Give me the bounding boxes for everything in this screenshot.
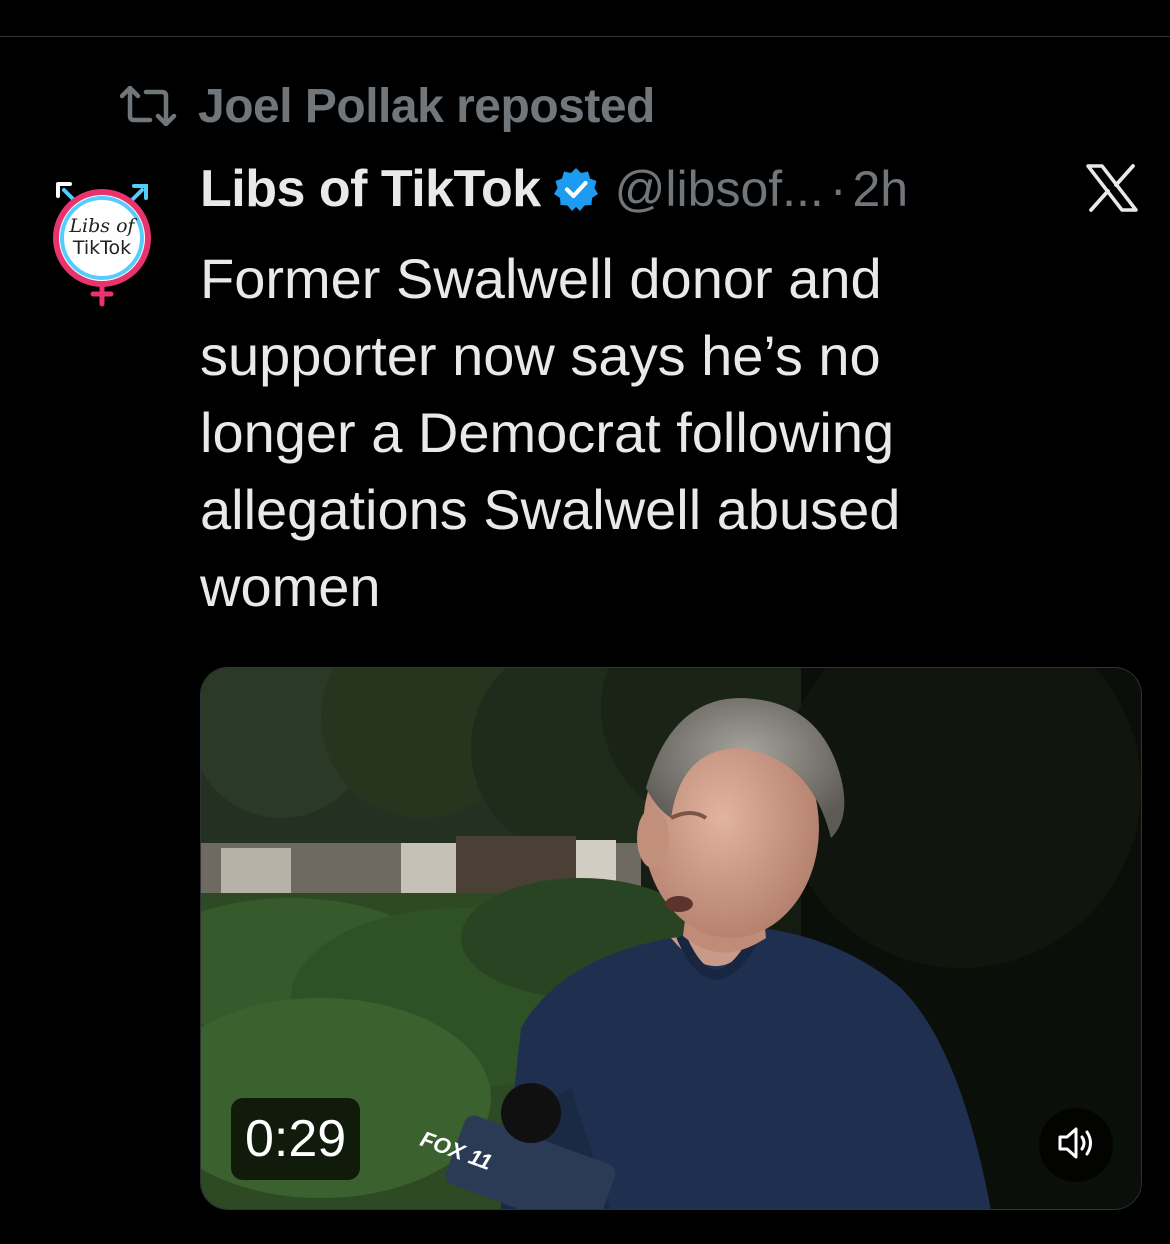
- verified-badge-icon[interactable]: [553, 166, 599, 212]
- volume-muted-icon: [1056, 1125, 1096, 1166]
- tweet-header: Libs of TikTok @libsof... · 2h: [200, 158, 1150, 220]
- avatar-line-1: Libs of: [68, 215, 137, 237]
- separator-dot: ·: [829, 161, 847, 217]
- avatar[interactable]: Libs of TikTok: [50, 176, 154, 308]
- volume-button[interactable]: [1039, 1108, 1113, 1182]
- author-handle[interactable]: @libsof...: [615, 160, 824, 218]
- video-player[interactable]: FOX 11 0:29: [200, 667, 1142, 1210]
- top-divider: [0, 36, 1170, 37]
- x-logo-icon: [1086, 164, 1138, 212]
- timestamp[interactable]: 2h: [852, 160, 908, 218]
- tweet-text: Former Swalwell donor and supporter now …: [200, 247, 901, 618]
- author-name[interactable]: Libs of TikTok: [200, 159, 541, 219]
- repost-label: Joel Pollak reposted: [198, 79, 655, 133]
- video-duration-badge: 0:29: [231, 1098, 361, 1180]
- repost-context[interactable]: Joel Pollak reposted: [116, 78, 655, 134]
- avatar-line-2: TikTok: [72, 237, 131, 259]
- repost-icon: [116, 85, 180, 127]
